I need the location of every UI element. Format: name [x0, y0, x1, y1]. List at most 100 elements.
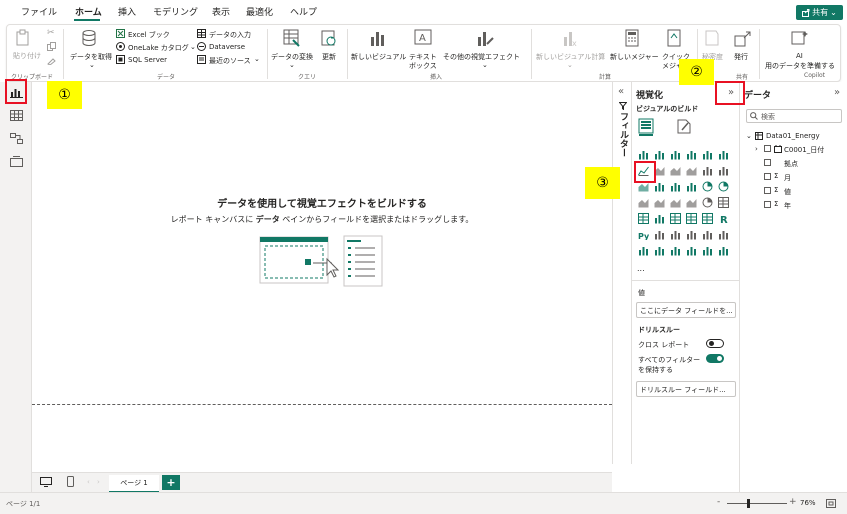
paste-button[interactable]: 貼り付け [13, 51, 41, 61]
field-name[interactable]: C0001_日付 [784, 145, 824, 155]
field-checkbox[interactable] [764, 145, 771, 152]
matrix-icon[interactable] [702, 213, 713, 224]
zoom-slider[interactable] [727, 503, 787, 504]
treemap-icon[interactable] [638, 197, 649, 208]
card-icon[interactable] [718, 197, 729, 208]
table-visual-icon[interactable] [686, 213, 697, 224]
clustered-column-icon[interactable] [686, 149, 697, 160]
more-visuals-ellipsis[interactable]: ... [637, 264, 645, 273]
pie-chart-icon[interactable] [702, 181, 713, 192]
field-checkbox[interactable] [764, 187, 771, 194]
drillthrough-well[interactable]: ドリルスルー フィールド... [636, 381, 736, 397]
menu-help[interactable]: ヘルプ [290, 5, 317, 18]
mobile-layout-icon[interactable] [67, 476, 74, 487]
zoom-out-icon[interactable]: - [717, 497, 720, 507]
python-visual-icon[interactable]: Py [638, 229, 649, 240]
field-name[interactable]: 値 [784, 187, 791, 197]
kpi-icon[interactable] [654, 213, 665, 224]
excel-workbook-button[interactable]: Excel ブック [128, 30, 170, 40]
100-area-icon[interactable] [686, 165, 697, 176]
fabric-icon[interactable] [686, 245, 697, 256]
paginated-report-icon[interactable] [638, 245, 649, 256]
100-bar-icon[interactable] [702, 149, 713, 160]
azure-map-icon[interactable] [686, 197, 697, 208]
menu-home[interactable]: ホーム [75, 5, 102, 18]
page-tab[interactable]: ページ 1 [109, 475, 159, 493]
enter-data-button[interactable]: データの入力 [209, 30, 251, 40]
recent-sources-button[interactable]: 最近のソース [209, 56, 251, 66]
goals-icon[interactable] [718, 229, 729, 240]
donut-chart-icon[interactable] [718, 181, 729, 192]
menu-view[interactable]: 表示 [212, 5, 230, 18]
diamond-visual-icon[interactable] [702, 245, 713, 256]
smart-narrative-icon[interactable] [702, 229, 713, 240]
multi-row-card-icon[interactable] [638, 213, 649, 224]
table-view-icon[interactable] [10, 110, 23, 121]
zoom-in-icon[interactable]: + [789, 497, 797, 507]
cross-report-toggle[interactable] [706, 339, 724, 348]
add-page-button[interactable]: + [162, 475, 180, 490]
field-name[interactable]: 拠点 [784, 159, 798, 169]
dax-query-view-icon[interactable] [10, 156, 23, 167]
menu-modeling[interactable]: モデリング [153, 5, 198, 18]
qa-icon[interactable] [686, 229, 697, 240]
filled-map-icon[interactable] [670, 197, 681, 208]
collapse-data-pane-icon[interactable]: » [834, 87, 840, 98]
dataverse-button[interactable]: Dataverse [209, 43, 245, 51]
share-button[interactable]: 共有 ⌄ [796, 5, 843, 20]
publish-button[interactable]: 発行 [734, 52, 748, 62]
menu-file[interactable]: ファイル [21, 5, 57, 18]
sql-server-button[interactable]: SQL Server [128, 56, 167, 64]
cut-icon[interactable]: ✂ [47, 28, 55, 38]
menu-optimize[interactable]: 最適化 [246, 5, 273, 18]
table-name[interactable]: Data01_Energy [766, 132, 820, 140]
keep-filters-toggle[interactable] [706, 354, 724, 363]
line-clustered-icon[interactable] [718, 165, 729, 176]
zoom-slider-thumb[interactable] [747, 499, 750, 508]
new-measure-button[interactable]: 新しいメジャー [610, 52, 659, 62]
stacked-column-icon[interactable] [654, 149, 665, 160]
refresh-button[interactable]: 更新 [322, 52, 336, 62]
stacked-bar-icon[interactable] [638, 149, 649, 160]
desktop-layout-icon[interactable] [40, 477, 52, 487]
chevron-right-icon[interactable]: › [755, 145, 758, 153]
filters-pane-collapsed[interactable]: « フィルター [612, 82, 632, 464]
expand-filters-icon[interactable]: « [618, 86, 624, 97]
model-view-icon[interactable] [10, 133, 23, 144]
format-painter-icon[interactable] [47, 56, 56, 65]
power-apps-icon[interactable] [654, 245, 665, 256]
prev-page-icon[interactable]: ‹ [87, 478, 90, 486]
chevron-visual-icon[interactable] [718, 245, 729, 256]
scatter-icon[interactable] [686, 181, 697, 192]
power-automate-icon[interactable] [670, 245, 681, 256]
slicer-icon[interactable] [670, 213, 681, 224]
stacked-area-icon[interactable] [670, 165, 681, 176]
menu-insert[interactable]: 挿入 [118, 5, 136, 18]
funnel-icon[interactable] [670, 181, 681, 192]
clustered-bar-icon[interactable] [670, 149, 681, 160]
field-checkbox[interactable] [764, 173, 771, 180]
key-influencers-icon[interactable] [654, 229, 665, 240]
copy-icon[interactable] [47, 42, 56, 51]
values-well[interactable]: ここにデータ フィールドを... [636, 302, 736, 318]
100-column-icon[interactable] [718, 149, 729, 160]
field-checkbox[interactable] [764, 201, 771, 208]
build-visual-tab-icon[interactable] [638, 118, 654, 136]
field-checkbox[interactable] [764, 159, 771, 166]
fit-to-page-icon[interactable] [826, 499, 836, 508]
line-column-icon[interactable] [702, 165, 713, 176]
field-name[interactable]: 年 [784, 201, 791, 211]
data-search-input[interactable]: 検索 [746, 109, 842, 123]
field-name[interactable]: 月 [784, 173, 791, 183]
decomposition-tree-icon[interactable] [670, 229, 681, 240]
copilot-prepare-button[interactable]: 用のデータを準備する [765, 61, 835, 71]
r-visual-icon[interactable]: R [718, 213, 729, 224]
onelake-catalog-button[interactable]: OneLake カタログ [128, 43, 189, 53]
report-canvas[interactable]: データを使用して視覚エフェクトをビルドする レポート キャンバスに データ ペイ… [32, 82, 612, 464]
gauge-icon[interactable] [702, 197, 713, 208]
new-visual-button[interactable]: 新しいビジュアル [351, 52, 406, 62]
next-page-icon[interactable]: › [97, 478, 100, 486]
map-icon[interactable] [654, 197, 665, 208]
format-visual-tab-icon[interactable] [676, 118, 692, 136]
chevron-down-icon[interactable]: ⌄ [746, 132, 752, 140]
